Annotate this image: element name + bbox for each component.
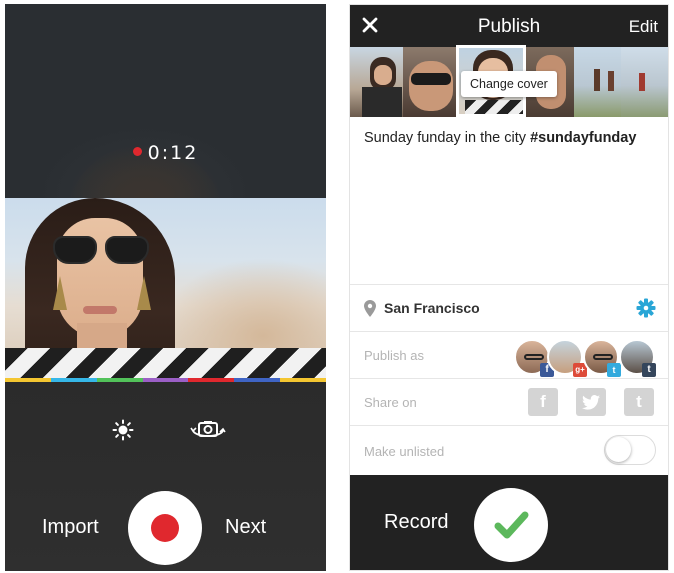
share-tumblr-button[interactable]: t (624, 388, 654, 416)
location-pin-icon (364, 300, 376, 322)
share-on-label: Share on (364, 395, 417, 410)
change-cover-tooltip[interactable]: Change cover (461, 71, 557, 97)
recording-timer: 0:12 (5, 142, 326, 164)
make-unlisted-toggle[interactable] (604, 435, 656, 465)
sunglasses (53, 236, 153, 266)
share-facebook-button[interactable]: f (528, 388, 558, 416)
edit-button[interactable]: Edit (629, 17, 658, 37)
tumblr-icon: t (642, 363, 656, 377)
camera-preview-top: 0:12 (5, 4, 326, 234)
location-label: San Francisco (384, 300, 480, 316)
checkmark-icon (494, 511, 529, 539)
record-button[interactable] (128, 491, 202, 565)
switch-camera-icon[interactable] (190, 419, 226, 446)
location-gear-icon[interactable] (636, 298, 656, 323)
record-button[interactable]: Record (384, 511, 448, 534)
page-title: Publish (477, 16, 541, 37)
publish-footer: Record (350, 475, 668, 570)
import-button[interactable]: Import (42, 516, 99, 539)
publish-header: Publish Edit (350, 5, 668, 47)
make-unlisted-label: Make unlisted (364, 444, 445, 459)
brightness-icon[interactable] (112, 419, 134, 446)
share-on-row: Share on f t (350, 378, 668, 425)
publish-as-row: Publish as f g+ t t (350, 331, 668, 378)
frame-thumbnail[interactable] (350, 47, 403, 117)
caption-hashtag: #sundayfunday (530, 130, 637, 146)
frame-thumbnail[interactable] (403, 47, 456, 117)
recorder-controls: Import Next (5, 382, 326, 571)
camera-viewfinder[interactable] (5, 198, 326, 378)
next-button[interactable]: Next (225, 516, 266, 539)
publish-as-label: Publish as (364, 348, 424, 363)
share-twitter-button[interactable] (576, 388, 606, 416)
caption-text[interactable]: Sunday funday in the city #sundayfunday (364, 130, 636, 146)
make-unlisted-row: Make unlisted (350, 425, 668, 475)
recorder-screen: 0:12 Import Next (5, 4, 326, 571)
twitter-icon: t (607, 363, 621, 377)
frame-thumbnail[interactable] (621, 47, 668, 117)
confirm-publish-button[interactable] (474, 488, 548, 562)
publish-screen: Publish Edit Change cover Sunday funday … (349, 4, 669, 571)
frame-thumbnail[interactable] (574, 47, 621, 117)
toggle-knob (606, 437, 631, 462)
recording-indicator-icon (132, 147, 142, 156)
record-icon (151, 514, 179, 542)
location-row[interactable]: San Francisco (350, 284, 668, 331)
